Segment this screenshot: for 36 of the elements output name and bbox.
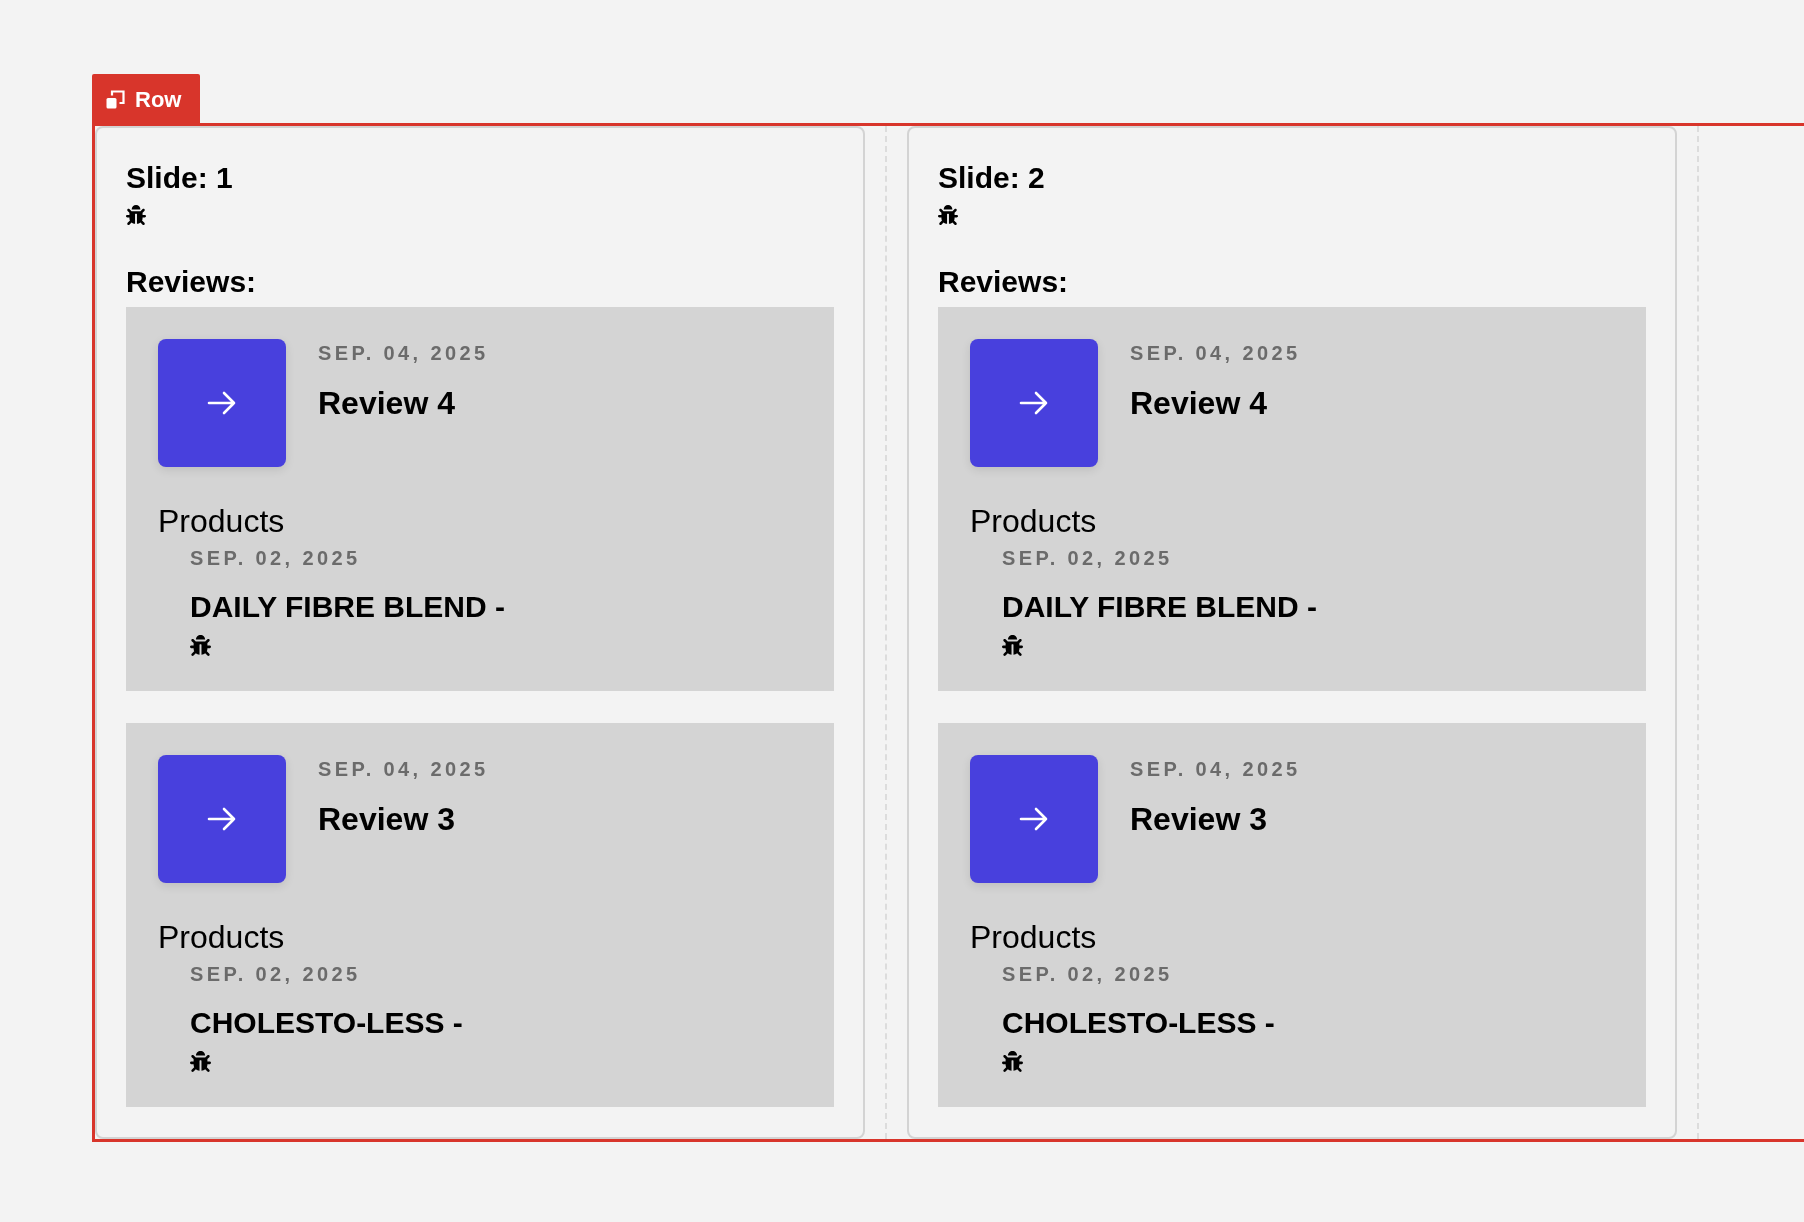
arrow-tile-icon[interactable] [970, 755, 1098, 883]
bug-icon [1002, 1051, 1023, 1072]
bug-icon [938, 205, 958, 225]
reviews-heading: Reviews: [126, 264, 258, 300]
products-heading: Products [158, 502, 286, 540]
slide-title: Slide: 1 [126, 160, 234, 196]
reviews-heading: Reviews: [938, 264, 1070, 300]
review-title: Review 3 [1130, 800, 1268, 838]
stack-icon [106, 90, 125, 109]
product-name: DAILY FIBRE BLEND - [190, 589, 506, 625]
slide-title: Slide: 2 [938, 160, 1046, 196]
product-name: DAILY FIBRE BLEND - [1002, 589, 1318, 625]
review-date: SEP. 04, 2025 [318, 757, 489, 781]
review-date: SEP. 04, 2025 [1130, 757, 1301, 781]
product-date: SEP. 02, 2025 [190, 546, 361, 570]
products-heading: Products [158, 918, 286, 956]
arrow-tile-icon[interactable] [158, 339, 286, 467]
element-label-tab[interactable]: Row [92, 74, 201, 123]
product-date: SEP. 02, 2025 [1002, 962, 1173, 986]
review-title: Review 4 [318, 384, 456, 422]
review-date: SEP. 04, 2025 [318, 341, 489, 365]
bug-icon [190, 1051, 211, 1072]
product-name: CHOLESTO-LESS - [190, 1005, 463, 1041]
review-title: Review 3 [318, 800, 456, 838]
product-name: CHOLESTO-LESS - [1002, 1005, 1275, 1041]
bug-icon [190, 635, 211, 656]
bug-icon [126, 205, 146, 225]
arrow-tile-icon[interactable] [970, 339, 1098, 467]
review-date: SEP. 04, 2025 [1130, 341, 1301, 365]
product-date: SEP. 02, 2025 [190, 962, 361, 986]
arrow-tile-icon[interactable] [158, 755, 286, 883]
products-heading: Products [970, 918, 1098, 956]
products-heading: Products [970, 502, 1098, 540]
bug-icon [1002, 635, 1023, 656]
product-date: SEP. 02, 2025 [1002, 546, 1173, 570]
review-title: Review 4 [1130, 384, 1268, 422]
